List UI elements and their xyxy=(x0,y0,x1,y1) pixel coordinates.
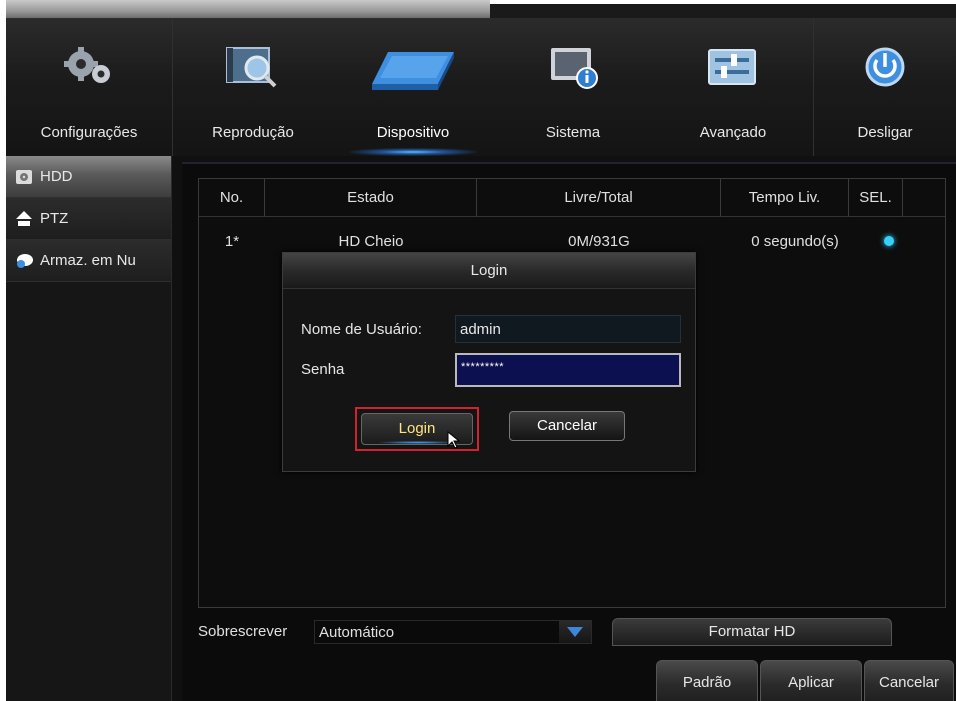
gears-icon xyxy=(57,42,121,92)
login-dialog: Login Nome de Usuário: admin Senha *****… xyxy=(282,252,696,472)
sidebar-item-label: HDD xyxy=(40,168,73,185)
footer-button-bar: Padrão Aplicar Cancelar xyxy=(656,660,956,701)
menu-avancado[interactable]: Avançado xyxy=(653,18,813,156)
sidebar-item-label: PTZ xyxy=(40,210,69,227)
col-header-sel: SEL. xyxy=(849,179,903,217)
sidebar-item-label: Armaz. em Nu xyxy=(40,252,136,269)
menu-label: Configurações xyxy=(40,124,138,141)
monitor-bezel xyxy=(6,0,490,18)
col-header-livre-total: Livre/Total xyxy=(477,179,721,217)
overwrite-value: Automático xyxy=(319,624,395,641)
advanced-settings-icon xyxy=(701,42,765,92)
cancel-button[interactable]: Cancelar xyxy=(509,411,625,441)
col-header-no: No. xyxy=(199,179,265,217)
menu-label: Reprodução xyxy=(212,124,294,141)
select-indicator-icon xyxy=(884,236,894,246)
monitor-edge xyxy=(490,4,956,18)
username-field[interactable]: admin xyxy=(455,315,681,343)
menu-desligar[interactable]: Desligar xyxy=(814,18,956,156)
hard-drive-icon xyxy=(368,42,458,92)
menu-label: Avançado xyxy=(699,124,767,141)
power-icon xyxy=(853,42,917,92)
ptz-camera-icon xyxy=(14,209,34,229)
hdd-icon xyxy=(14,167,34,187)
default-button[interactable]: Padrão xyxy=(656,660,758,701)
menu-dispositivo[interactable]: Dispositivo xyxy=(333,18,493,156)
apply-button[interactable]: Aplicar xyxy=(760,660,862,701)
overwrite-select[interactable]: Automático xyxy=(314,620,592,644)
cell-tempo: 0 segundo(s) xyxy=(751,233,839,250)
system-info-icon xyxy=(541,42,605,92)
sidebar-item-armaz[interactable]: Armaz. em Nu xyxy=(6,240,171,282)
active-menu-glow xyxy=(349,148,477,156)
menu-configuracoes[interactable]: Configurações xyxy=(6,18,172,156)
password-field[interactable]: ********* xyxy=(455,353,681,387)
dropdown-arrow-icon[interactable] xyxy=(559,621,591,643)
table-header: No. Estado Livre/Total Tempo Liv. SEL. xyxy=(199,179,945,217)
overwrite-label: Sobrescrever xyxy=(198,623,288,640)
password-label: Senha xyxy=(301,361,345,378)
cancel-footer-button[interactable]: Cancelar xyxy=(864,660,954,701)
top-photo-strip xyxy=(0,0,956,18)
col-header-estado: Estado xyxy=(265,179,477,217)
login-dialog-title: Login xyxy=(283,253,695,289)
menu-reproducao[interactable]: Reprodução xyxy=(173,18,333,156)
main-menu-bar: Configurações Reprodução Dispositivo Sis… xyxy=(6,18,956,156)
username-value: admin xyxy=(460,321,501,338)
mouse-cursor-icon xyxy=(447,431,461,449)
username-label: Nome de Usuário: xyxy=(301,321,422,338)
col-header-tempo: Tempo Liv. xyxy=(721,179,849,217)
format-hd-button[interactable]: Formatar HD xyxy=(612,618,892,646)
password-value: ********* xyxy=(461,361,505,373)
cell-sel[interactable] xyxy=(869,227,909,257)
overwrite-row: Sobrescrever Automático Formatar HD xyxy=(198,618,946,646)
sidebar: HDD PTZ Armaz. em Nu xyxy=(6,156,172,701)
menu-label: Dispositivo xyxy=(376,124,450,141)
menu-label: Desligar xyxy=(857,124,913,141)
sidebar-item-ptz[interactable]: PTZ xyxy=(6,198,171,240)
menu-label: Sistema xyxy=(545,124,601,141)
cloud-storage-icon xyxy=(14,251,34,271)
cell-no: 1* xyxy=(224,233,240,250)
sidebar-item-hdd[interactable]: HDD xyxy=(6,156,171,198)
menu-sistema[interactable]: Sistema xyxy=(493,18,653,156)
playback-search-icon xyxy=(221,42,285,92)
